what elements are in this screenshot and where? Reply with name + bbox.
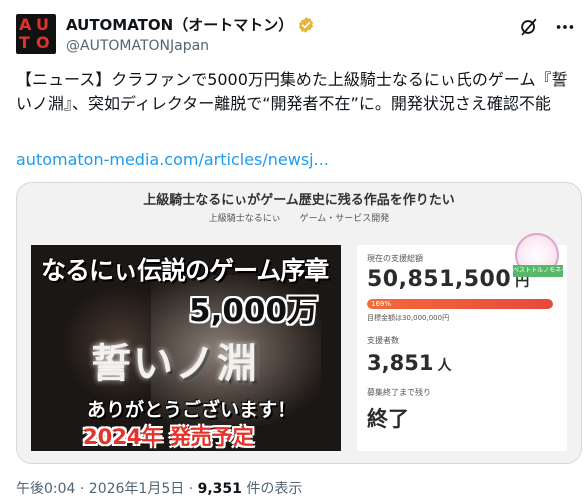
- funding-amount-value: 50,851,500: [367, 267, 512, 292]
- post-timestamp[interactable]: 午後0:04 · 2026年1月5日 ·: [16, 481, 198, 497]
- card-image: 上級騎士なるにぃがゲーム歴史に残る作品を作りたい 上級騎士なるにぃ ゲーム・サー…: [17, 183, 581, 463]
- backers-value: 3,851: [367, 351, 434, 375]
- project-category: ゲーム・サービス開発: [299, 214, 390, 224]
- avatar[interactable]: A U T O: [16, 14, 56, 54]
- verified-badge-icon[interactable]: [297, 16, 315, 34]
- article-link[interactable]: automaton-media.com/articles/newsj...: [16, 148, 329, 172]
- hero-image: なるにぃ伝説のゲーム序章 5,000万 誓いノ淵 ありがとうございます！ 202…: [31, 245, 341, 451]
- tweet-footer: 午後0:04 · 2026年1月5日 · 9,351 件の表示: [16, 478, 302, 498]
- hero-amount: 5,000万: [189, 293, 319, 329]
- hero-headline: なるにぃ伝説のゲーム序章: [41, 256, 329, 285]
- avatar-letter: U: [36, 15, 49, 34]
- grok-icon[interactable]: [518, 16, 540, 38]
- funding-amount: 50,851,500 円: [367, 267, 530, 292]
- campaign-status: 終了: [367, 407, 409, 431]
- project-title: 上級騎士なるにぃがゲーム歴史に残る作品を作りたい: [143, 193, 455, 208]
- link-card[interactable]: 上級騎士なるにぃがゲーム歴史に残る作品を作りたい 上級騎士なるにぃ ゲーム・サー…: [16, 182, 582, 464]
- funding-goal: 目標金額は30,000,000円: [367, 314, 450, 322]
- remaining-label: 募集終了まで残り: [367, 388, 431, 397]
- avatar-letter: A: [19, 15, 32, 34]
- hero-game-title: 誓いノ淵: [91, 340, 259, 387]
- backers-count: 3,851 人: [367, 351, 451, 375]
- project-meta: 上級騎士なるにぃ ゲーム・サービス開発: [17, 211, 581, 224]
- author-names: AUTOMATON（オートマトン） @AUTOMATONJapan: [66, 14, 315, 54]
- avatar-letter: T: [19, 33, 30, 52]
- more-icon[interactable]: [554, 16, 576, 38]
- funding-progress-text: 169%: [371, 300, 392, 308]
- avatar-letter: O: [36, 33, 50, 52]
- display-name[interactable]: AUTOMATON（オートマトン）: [66, 14, 293, 35]
- hero-release: 2024年 発売予定: [83, 425, 254, 449]
- hero-thanks: ありがとうございます！: [87, 399, 297, 421]
- view-count: 9,351: [197, 481, 242, 497]
- handle[interactable]: @AUTOMATONJapan: [66, 38, 315, 54]
- award-ribbon: ベストトルノモネート: [513, 265, 563, 277]
- tweet-header: A U T O AUTOMATON（オートマトン） @AUTOMATONJapa…: [16, 12, 576, 56]
- funding-progress-bar: 169%: [367, 299, 553, 309]
- creator-name: 上級騎士なるにぃ: [208, 214, 281, 224]
- backers-label: 支援者数: [367, 336, 399, 345]
- view-count-suffix: 件の表示: [241, 481, 303, 497]
- tweet-text: 【ニュース】クラファンで5000万円集めた上級騎士なるにぃ氏のゲーム『誓いノ淵』…: [16, 70, 568, 113]
- current-total-label: 現在の支援総額: [367, 254, 423, 263]
- header-actions: [518, 16, 576, 38]
- backers-unit: 人: [437, 358, 452, 374]
- funding-progress-fill: [367, 299, 553, 309]
